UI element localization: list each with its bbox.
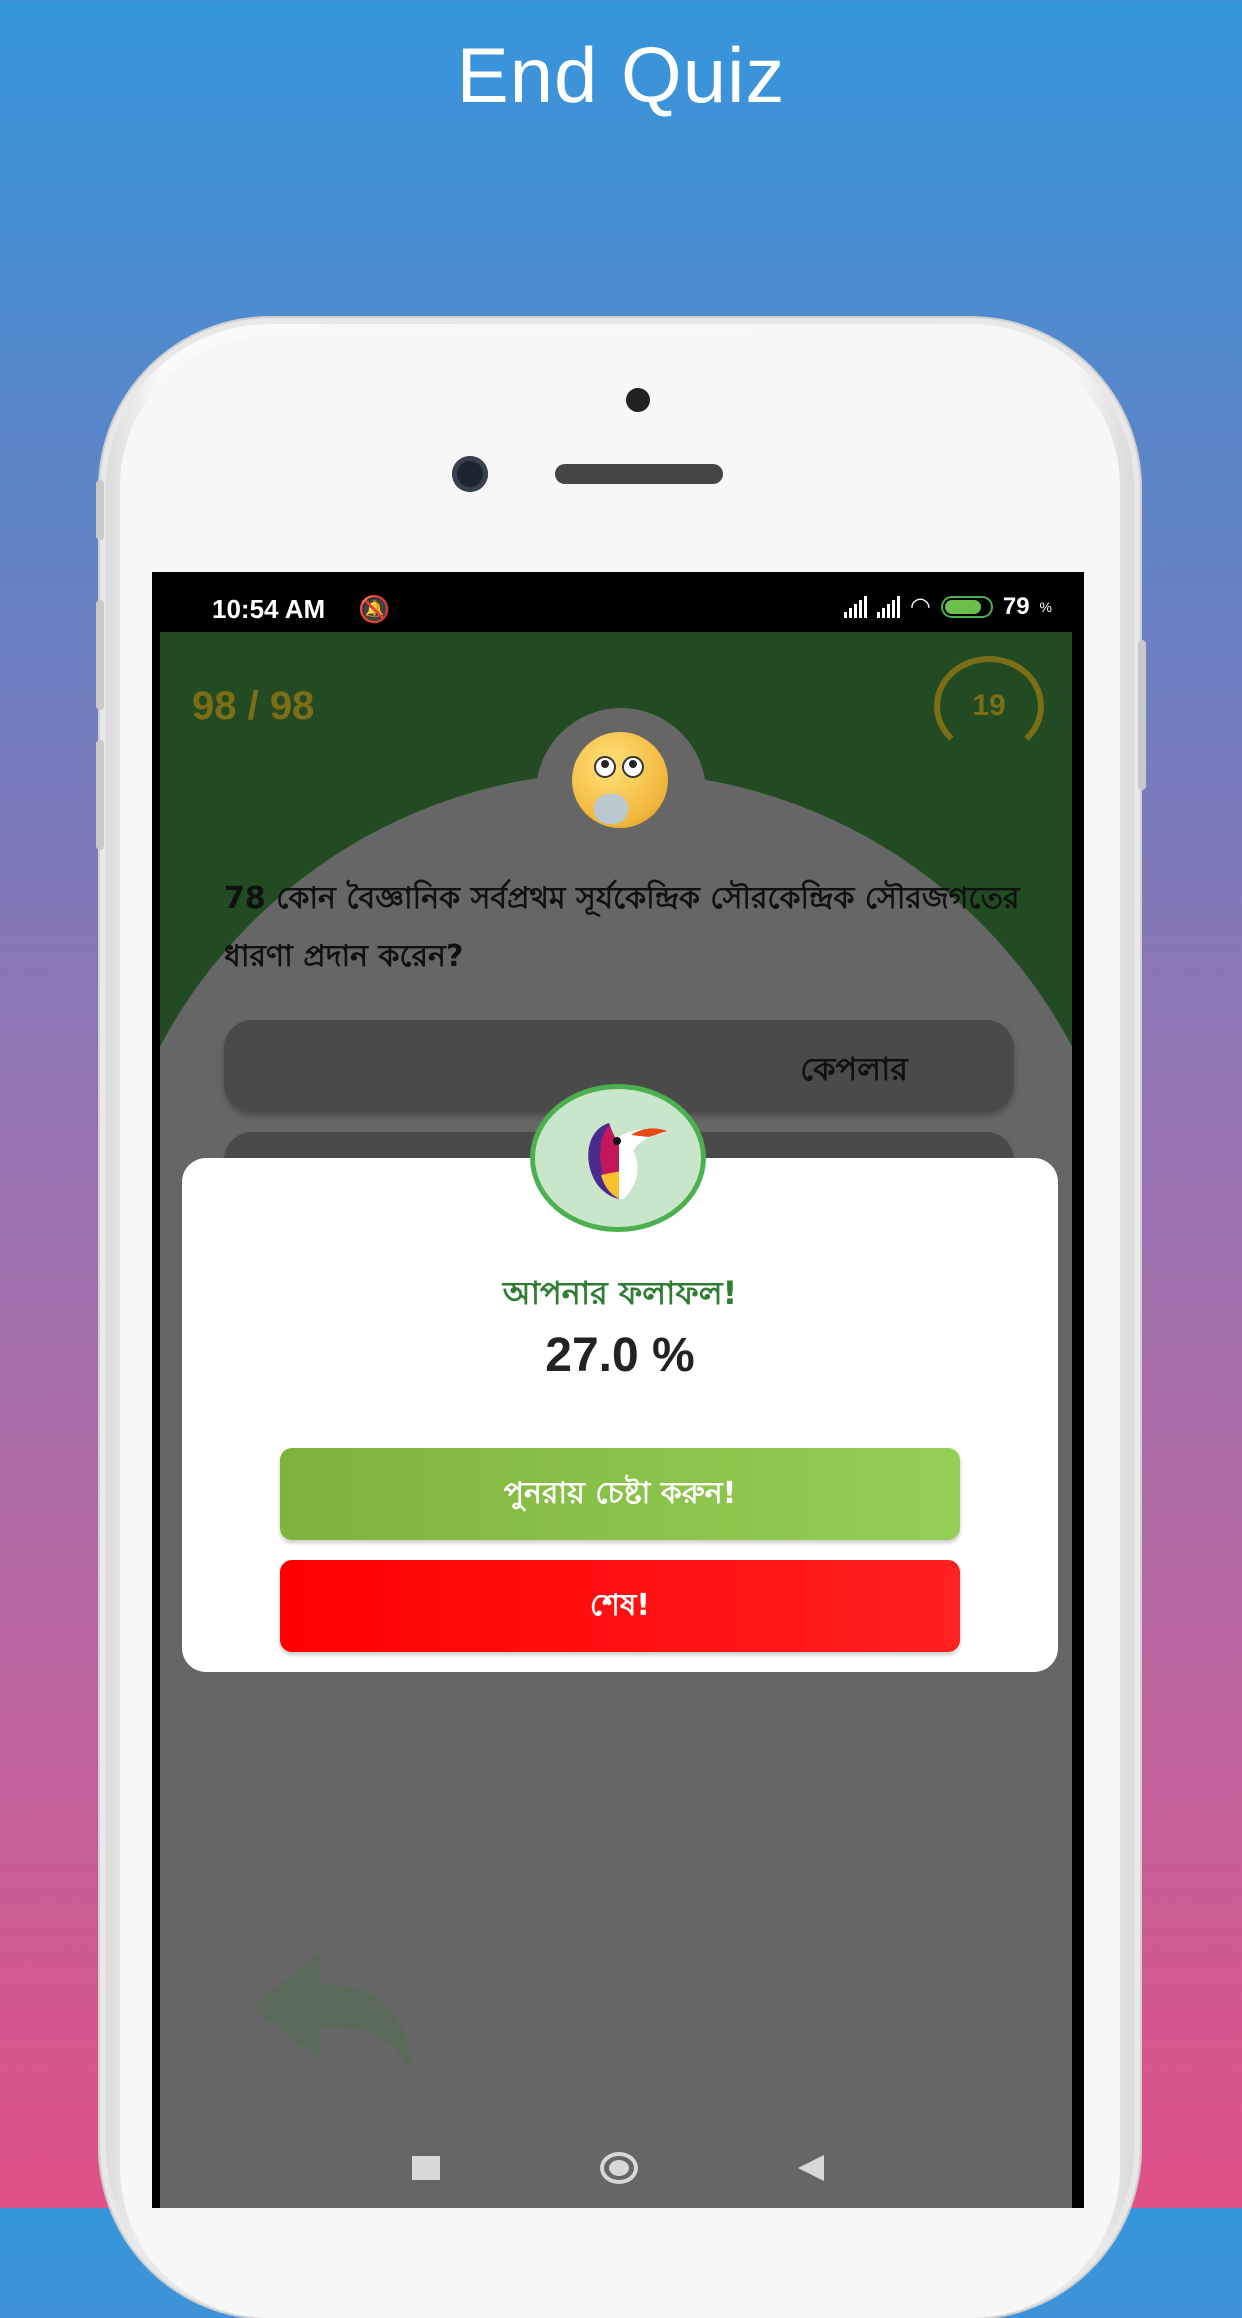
signal-icon (876, 595, 900, 618)
promo-title: End Quiz (456, 31, 786, 119)
volume-down-button (96, 740, 104, 850)
question-counter: 98 / 98 (192, 684, 315, 728)
battery-unit: % (1039, 598, 1052, 615)
back-icon[interactable] (798, 2155, 824, 2181)
timer-ring: 19 (934, 656, 1044, 756)
result-title: আপনার ফলাফল! (502, 1274, 738, 1312)
recents-icon[interactable] (412, 2156, 440, 2180)
end-button[interactable]: শেষ! (280, 1560, 960, 1652)
home-icon[interactable] (600, 2152, 638, 2184)
result-dialog: আপনার ফলাফল! 27.0 % পুনরায় চেষ্টা করুন!… (182, 1158, 1058, 1672)
front-camera-icon (452, 456, 488, 492)
thinking-emoji-icon (572, 732, 668, 828)
timer-value: 19 (972, 689, 1006, 722)
wifi-icon: ◠ (909, 593, 931, 620)
proximity-sensor (626, 388, 650, 412)
mute-switch (96, 480, 104, 540)
volume-up-button (96, 600, 104, 710)
status-indicators: ◠ 79 % (843, 592, 1052, 621)
android-nav-bar (152, 2128, 1084, 2208)
back-arrow-icon[interactable] (252, 1952, 412, 2082)
earpiece-speaker (555, 464, 723, 484)
status-time: 10:54 AM (212, 594, 326, 624)
power-button (1138, 640, 1146, 790)
signal-icon (843, 595, 867, 618)
bird-logo-icon (588, 1123, 667, 1199)
battery-percent: 79 (1002, 592, 1030, 620)
result-score: 27.0 % (545, 1329, 695, 1382)
retry-button[interactable]: পুনরায় চেষ্টা করুন! (280, 1448, 960, 1540)
battery-icon (940, 595, 993, 618)
answer-option-label: কেপলার (800, 1050, 908, 1088)
status-bar: 10:54 AM 🔕 ◠ 79 % (152, 572, 1084, 632)
bell-off-icon: 🔕 (358, 594, 391, 624)
app-logo (530, 1084, 706, 1232)
question-text: 78 কোন বৈজ্ঞানিক সর্বপ্রথম সূর্যকেন্দ্রি… (224, 881, 1020, 974)
